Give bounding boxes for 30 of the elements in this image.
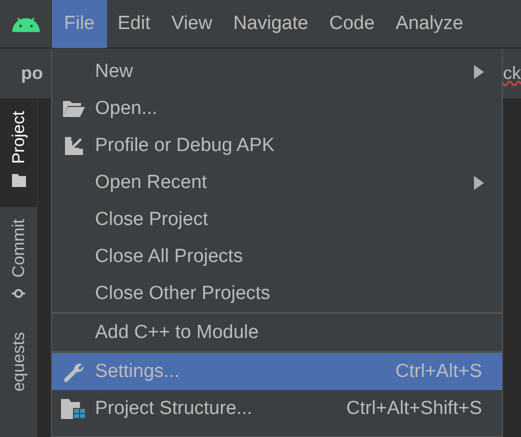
- menu-item[interactable]: New: [52, 53, 502, 90]
- editor-tab[interactable]: ck: [503, 63, 521, 84]
- folder-grid-icon: [61, 398, 86, 418]
- menu-item[interactable]: Open...: [52, 90, 502, 127]
- shortcut-text: Ctrl+Alt+S: [395, 360, 482, 382]
- menu-bar-item[interactable]: Code: [319, 0, 385, 48]
- menu-item[interactable]: Open Recent: [52, 164, 502, 201]
- submenu-arrow-icon: [474, 176, 484, 190]
- shortcut-text: Ctrl+Alt+Shift+S: [346, 398, 482, 420]
- menu-item[interactable]: Profile or Debug APK: [52, 127, 502, 164]
- editor-tab[interactable]: po: [21, 63, 43, 84]
- android-logo-icon: [11, 16, 41, 32]
- commit-icon: [12, 287, 25, 300]
- folder-icon: [12, 174, 26, 187]
- menu-item[interactable]: Close All Projects: [52, 238, 502, 275]
- tool-window-tab[interactable]: Project: [0, 99, 37, 207]
- tool-window-tab[interactable]: Commit: [0, 206, 37, 320]
- folder-icon: [62, 100, 84, 116]
- menu-bar-item[interactable]: Navigate: [223, 0, 318, 48]
- menu-bar-item[interactable]: Edit: [108, 0, 160, 48]
- menu-item[interactable]: Close Project: [52, 201, 502, 238]
- wrench-icon: [64, 362, 84, 382]
- menu-item[interactable]: Add C++ to Module: [52, 314, 502, 351]
- menu-bar-item[interactable]: Analyze: [386, 0, 474, 48]
- arrow-icon: [64, 136, 82, 154]
- menu-bar-item[interactable]: View: [161, 0, 222, 48]
- tool-window-tab[interactable]: equests: [0, 320, 37, 412]
- submenu-arrow-icon: [474, 64, 484, 78]
- menu-item[interactable]: Project Structure... Ctrl+Alt+Shift+S: [52, 390, 502, 427]
- menu-item[interactable]: Close Other Projects: [52, 275, 502, 312]
